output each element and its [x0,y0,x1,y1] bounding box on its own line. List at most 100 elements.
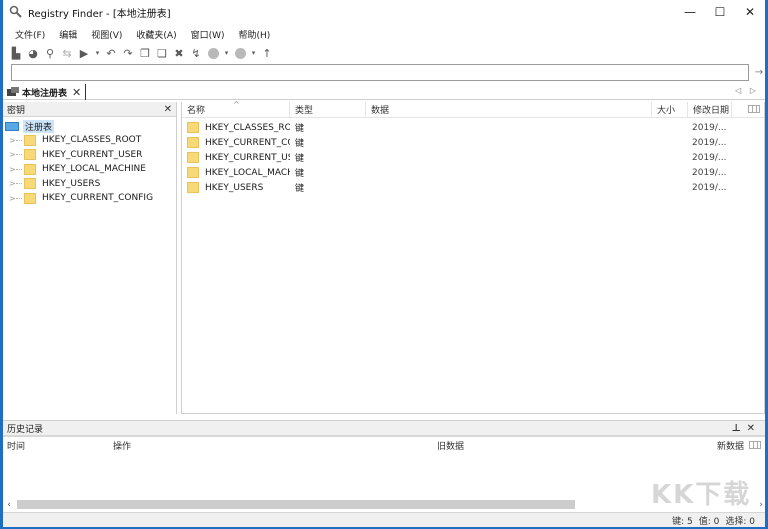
expand-icon[interactable]: > [9,165,16,174]
computer-icon [5,121,19,131]
keys-pane-close-icon[interactable]: ✕ [164,104,172,115]
tree-root[interactable]: 注册表 [3,119,176,133]
row-type: 键 [295,124,305,134]
forward-icon[interactable] [233,46,247,60]
menu-favorites[interactable]: 收藏夹(A) [136,28,176,41]
export-icon[interactable]: ▶ [77,46,91,60]
list-row[interactable]: HKEY_CLASSES_ROOT 键 2019/... [182,120,764,135]
tree-node[interactable]: > HKEY_LOCAL_MACHINE [3,162,176,177]
tab-local-registry[interactable]: 本地注册表 ✕ [7,84,87,100]
refresh-icon[interactable]: ↯ [189,46,203,60]
column-header-size[interactable]: 大小 [652,101,688,118]
column-header-type[interactable]: 类型 [290,101,366,118]
close-button[interactable]: ✕ [735,0,765,24]
tree-node[interactable]: > HKEY_CLASSES_ROOT [3,133,176,148]
tree-node[interactable]: > HKEY_CURRENT_USER [3,148,176,163]
column-header-modified[interactable]: 修改日期 [688,101,732,118]
menu-bar: 文件(F) 编辑 视图(V) 收藏夹(A) 窗口(W) 帮助(H) [3,26,765,42]
menu-file[interactable]: 文件(F) [15,28,45,41]
history-title: 历史记录 [7,424,44,435]
tree-node-label: HKEY_CURRENT_CONFIG [42,193,154,204]
row-type: 键 [295,139,305,149]
watermark: KK下载 [651,480,752,510]
tree-node[interactable]: > HKEY_USERS [3,177,176,192]
tab-scroll-arrows[interactable]: ◁ ▷ [735,86,759,95]
row-type: 键 [295,154,305,164]
column-header-old-data[interactable]: 旧数据 [433,437,713,453]
menu-help[interactable]: 帮助(H) [239,28,271,41]
redo-icon[interactable]: ↷ [121,46,135,60]
scrollbar-thumb[interactable] [17,500,575,509]
folder-icon [187,137,199,148]
minimize-button[interactable]: — [675,0,705,24]
folder-icon [24,163,36,175]
folder-icon [187,122,199,133]
back-dropdown-icon[interactable]: ▾ [223,46,230,60]
keys-pane-header: 密钥 ✕ [3,102,176,117]
list-row[interactable]: HKEY_CURRENT_US... 键 2019/... [182,150,764,165]
list-row[interactable]: HKEY_LOCAL_MACH... 键 2019/... [182,165,764,180]
tree-node-label: HKEY_LOCAL_MACHINE [42,164,146,175]
row-type: 键 [295,169,305,179]
find-icon[interactable]: ⚲ [43,46,57,60]
expand-icon[interactable]: > [9,136,16,145]
column-header-new-data[interactable]: 新数据 [713,437,751,453]
history-column-header: 时间 操作 旧数据 新数据 [3,437,765,453]
tree-node-label: HKEY_CLASSES_ROOT [42,135,142,146]
row-name: HKEY_CURRENT_CO... [205,137,290,148]
back-icon[interactable] [206,46,220,60]
tab-close-icon[interactable]: ✕ [72,86,81,99]
toolbar: ▙ ◕ ⚲ ⇆ ▶ ▾ ↶ ↷ ❐ ❏ ✖ ↯ ▾ ▾ ↑ [9,44,277,62]
column-header-data[interactable]: 数据 [366,101,652,118]
history-close-icon[interactable]: ✕ [747,423,761,434]
values-list-pane: ^ 名称 类型 数据 大小 修改日期 HKEY_CLASSES_ROOT 键 2… [181,100,765,414]
app-window: Registry Finder - [本地注册表] — ☐ ✕ 文件(F) 编辑… [0,0,768,529]
list-row[interactable]: HKEY_CURRENT_CO... 键 2019/... [182,135,764,150]
up-icon[interactable]: ↑ [260,46,274,60]
menu-view[interactable]: 视图(V) [91,28,122,41]
registry-tree: 注册表 > HKEY_CLASSES_ROOT > HKEY_CURRENT_USE… [3,117,176,206]
copy-icon[interactable]: ❐ [138,46,152,60]
column-header-operation[interactable]: 操作 [109,437,433,453]
export-dropdown-icon[interactable]: ▾ [94,46,101,60]
expand-icon[interactable]: > [9,150,16,159]
row-modified: 2019/... [692,182,727,193]
paste-icon[interactable]: ❏ [155,46,169,60]
tree-node-label: HKEY_USERS [42,178,101,189]
go-arrow-icon[interactable]: → [753,64,765,81]
row-modified: 2019/... [692,167,727,178]
app-magnifier-icon [9,5,23,19]
menu-window[interactable]: 窗口(W) [191,28,225,41]
pin-icon[interactable]: ⊥ [731,423,746,434]
tree-node[interactable]: > HKEY_CURRENT_CONFIG [3,191,176,206]
menu-edit[interactable]: 编辑 [59,28,77,41]
scroll-left-icon[interactable]: ‹ [3,500,15,510]
window-title: Registry Finder - [本地注册表] [28,8,171,20]
folder-icon [187,182,199,193]
replace-icon[interactable]: ⇆ [60,46,74,60]
scroll-right-icon[interactable]: › [759,500,763,510]
undo-icon[interactable]: ↶ [104,46,118,60]
sort-ascending-icon: ^ [233,100,240,109]
tree-root-label: 注册表 [23,119,55,133]
delete-icon[interactable]: ✖ [172,46,186,60]
row-type: 键 [295,184,305,194]
row-name: HKEY_CURRENT_US... [205,152,290,163]
expand-icon[interactable]: > [9,194,16,203]
column-chooser-icon[interactable] [749,441,761,449]
expand-icon[interactable]: > [9,179,16,188]
row-name: HKEY_USERS [205,182,264,193]
remote-registry-icon[interactable]: ◕ [26,46,40,60]
row-name: HKEY_CLASSES_ROOT [205,122,290,133]
folder-icon [24,192,36,204]
list-row[interactable]: HKEY_USERS 键 2019/... [182,180,764,195]
local-registry-icon[interactable]: ▙ [9,46,23,60]
column-header-time[interactable]: 时间 [3,437,109,453]
column-chooser-icon[interactable] [748,105,760,113]
address-input[interactable] [11,64,749,81]
status-selected-count: 选择: 0 [725,516,755,527]
forward-dropdown-icon[interactable]: ▾ [250,46,257,60]
folder-icon [24,134,36,146]
row-modified: 2019/... [692,137,727,148]
maximize-button[interactable]: ☐ [705,0,735,24]
